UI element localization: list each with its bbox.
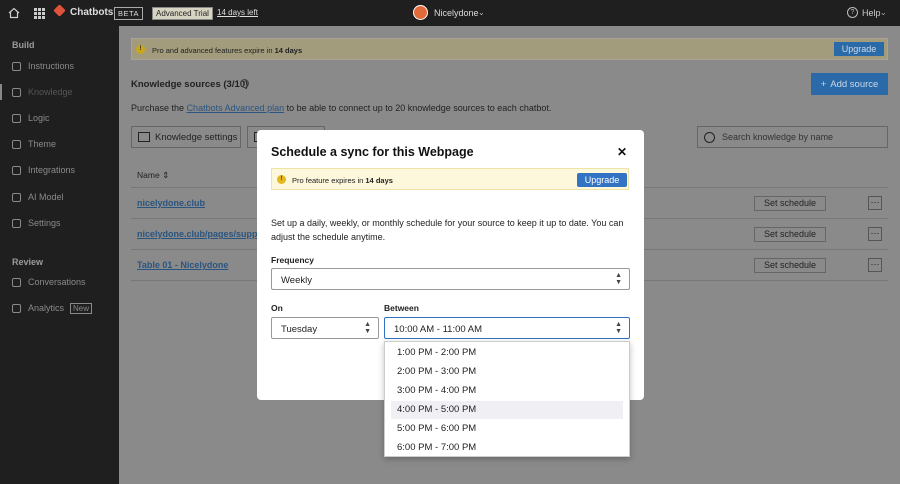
sidebar: Build Instructions Knowledge Logic Theme… bbox=[0, 26, 119, 484]
set-schedule-button[interactable]: Set schedule bbox=[754, 196, 826, 211]
advanced-plan-link[interactable]: Chatbots Advanced plan bbox=[187, 103, 285, 113]
sidebar-item-label: Theme bbox=[28, 139, 57, 149]
dropdown-option[interactable]: 5:00 PM - 6:00 PM bbox=[391, 420, 623, 438]
modal-description: Set up a daily, weekly, or monthly sched… bbox=[271, 218, 624, 242]
org-avatar[interactable] bbox=[413, 5, 428, 20]
dropdown-option[interactable]: 6:00 PM - 7:00 PM bbox=[391, 439, 623, 456]
sidebar-item-label: AI Model bbox=[28, 192, 64, 202]
settings-panel-icon bbox=[138, 132, 150, 142]
sidebar-item-label: Integrations bbox=[28, 165, 76, 175]
name-column-header[interactable]: Name ⇕ bbox=[137, 170, 169, 181]
updown-chevron-icon: ▲ ▼ bbox=[615, 272, 622, 286]
new-badge: New bbox=[70, 302, 93, 314]
sidebar-item-label: Knowledge bbox=[28, 87, 73, 97]
sidebar-item-settings[interactable]: Settings bbox=[0, 213, 119, 233]
integrations-icon bbox=[12, 165, 21, 175]
pro-feature-banner: ! Pro feature expires in 14 days Upgrade bbox=[271, 168, 629, 190]
day-select[interactable]: Tuesday ▲ ▼ bbox=[271, 317, 379, 339]
sidebar-item-integrations[interactable]: Integrations bbox=[0, 160, 119, 180]
knowledge-sources-title: Knowledge sources (3/10) bbox=[131, 79, 249, 90]
dropdown-option-highlighted[interactable]: 4:00 PM - 5:00 PM bbox=[391, 401, 623, 419]
pro-banner-text: Pro feature expires in 14 days bbox=[292, 176, 393, 185]
time-range-dropdown: 1:00 PM - 2:00 PM 2:00 PM - 3:00 PM 3:00… bbox=[384, 341, 630, 457]
app-name: Chatbots bbox=[70, 7, 114, 18]
sidebar-item-knowledge[interactable]: Knowledge bbox=[0, 82, 119, 102]
sidebar-item-label: Instructions bbox=[28, 61, 75, 71]
sidebar-item-label: Conversations bbox=[28, 277, 86, 287]
knowledge-settings-button[interactable]: Knowledge settings bbox=[131, 126, 241, 148]
time-range-select[interactable]: 10:00 AM - 11:00 AM ▲ ▼ bbox=[384, 317, 630, 339]
add-source-button[interactable]: + Add source bbox=[811, 73, 888, 95]
dropdown-option[interactable]: 2:00 PM - 3:00 PM bbox=[391, 363, 623, 381]
sidebar-item-label: Analytics bbox=[28, 303, 65, 313]
search-placeholder: Search knowledge by name bbox=[722, 132, 834, 142]
conversations-icon bbox=[12, 277, 21, 287]
sidebar-item-label: Logic bbox=[28, 113, 50, 123]
sort-icon: ⇕ bbox=[162, 170, 170, 180]
book-icon bbox=[12, 87, 21, 97]
days-left-link[interactable]: 14 days left bbox=[217, 8, 258, 17]
home-icon[interactable] bbox=[7, 6, 21, 20]
document-icon bbox=[12, 61, 21, 71]
frequency-select[interactable]: Weekly ▲ ▼ bbox=[271, 268, 630, 290]
help-label[interactable]: Help bbox=[862, 8, 881, 18]
info-icon[interactable]: i bbox=[240, 79, 249, 88]
plus-icon: + bbox=[820, 78, 827, 90]
more-options-icon[interactable]: ⋯ bbox=[868, 196, 882, 210]
more-options-icon[interactable]: ⋯ bbox=[868, 227, 882, 241]
beta-badge: BETA bbox=[114, 7, 144, 20]
source-name-link[interactable]: Table 01 - Nicelydone bbox=[137, 260, 228, 270]
logic-icon bbox=[12, 113, 21, 123]
chatbots-logo-icon bbox=[53, 4, 66, 17]
chevron-down-icon[interactable]: ⌄ bbox=[880, 8, 887, 17]
trial-badge: Advanced Trial bbox=[152, 7, 213, 20]
sidebar-item-ai-model[interactable]: AI Model bbox=[0, 187, 119, 207]
modal-title: Schedule a sync for this Webpage bbox=[271, 145, 474, 159]
review-heading: Review bbox=[12, 257, 44, 267]
between-label: Between bbox=[384, 303, 419, 313]
trial-banner: ! Pro and advanced features expire in 14… bbox=[131, 38, 888, 60]
apps-grid-icon[interactable] bbox=[32, 6, 46, 20]
dropdown-option[interactable]: 3:00 PM - 4:00 PM bbox=[391, 382, 623, 400]
analytics-icon bbox=[12, 303, 21, 313]
on-label: On bbox=[271, 303, 283, 313]
sidebar-item-theme[interactable]: Theme bbox=[0, 134, 119, 154]
theme-icon bbox=[12, 139, 21, 149]
frequency-label: Frequency bbox=[271, 255, 314, 265]
help-icon[interactable]: ? bbox=[847, 7, 858, 18]
sidebar-item-analytics[interactable]: Analytics New bbox=[0, 298, 119, 318]
settings-icon bbox=[12, 218, 21, 228]
sidebar-item-instructions[interactable]: Instructions bbox=[0, 56, 119, 76]
sidebar-item-label: Settings bbox=[28, 218, 61, 228]
updown-chevron-icon: ▲ ▼ bbox=[615, 321, 622, 335]
banner-text: Pro and advanced features expire in 14 d… bbox=[152, 46, 303, 55]
close-icon[interactable]: ✕ bbox=[616, 146, 628, 158]
search-icon bbox=[704, 132, 715, 143]
build-heading: Build bbox=[12, 40, 35, 50]
source-name-link[interactable]: nicelydone.club/pages/support bbox=[137, 229, 270, 239]
warning-icon: ! bbox=[136, 45, 145, 54]
ai-model-icon bbox=[12, 192, 21, 202]
upgrade-button[interactable]: Upgrade bbox=[834, 42, 884, 56]
chevron-down-icon[interactable]: ⌄ bbox=[478, 8, 485, 17]
set-schedule-button[interactable]: Set schedule bbox=[754, 227, 826, 242]
more-options-icon[interactable]: ⋯ bbox=[868, 258, 882, 272]
top-bar: Chatbots BETA Advanced Trial 14 days lef… bbox=[0, 0, 900, 26]
dropdown-option[interactable]: 1:00 PM - 2:00 PM bbox=[391, 344, 623, 362]
updown-chevron-icon: ▲ ▼ bbox=[364, 321, 371, 335]
upgrade-button[interactable]: Upgrade bbox=[577, 173, 627, 187]
search-input[interactable]: Search knowledge by name bbox=[697, 126, 888, 148]
purchase-text: Purchase the Chatbots Advanced plan to b… bbox=[131, 103, 552, 113]
warning-icon: ! bbox=[277, 175, 286, 184]
set-schedule-button[interactable]: Set schedule bbox=[754, 258, 826, 273]
sidebar-item-conversations[interactable]: Conversations bbox=[0, 272, 119, 292]
sidebar-item-logic[interactable]: Logic bbox=[0, 108, 119, 128]
source-name-link[interactable]: nicelydone.club bbox=[137, 198, 205, 208]
org-name[interactable]: Nicelydone bbox=[434, 8, 479, 18]
